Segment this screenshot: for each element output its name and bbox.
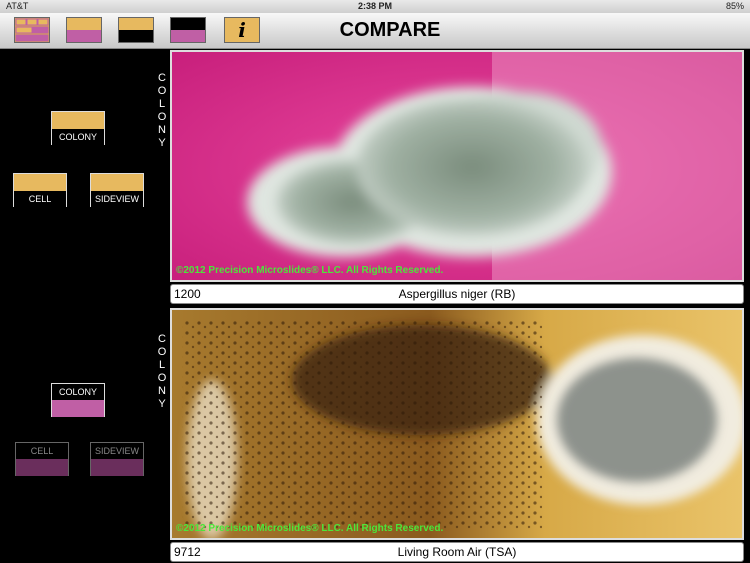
top-copyright: ©2012 Precision Microslides® LLC. All Ri… <box>176 265 444 276</box>
top-colony-image[interactable]: ©2012 Precision Microslides® LLC. All Ri… <box>170 50 744 282</box>
bottom-sideview-button[interactable]: SIDEVIEW <box>90 442 144 476</box>
top-colony-button[interactable]: COLONY <box>51 111 105 145</box>
bottom-caption: 9712 Living Room Air (TSA) <box>170 542 744 562</box>
bottom-specimen-name: Living Room Air (TSA) <box>397 545 517 559</box>
bottom-sideview-label: SIDEVIEW <box>91 443 143 459</box>
page-title: COMPARE <box>339 19 441 41</box>
colony-photo-living-room-air <box>172 310 742 538</box>
black-swatch-icon <box>119 30 153 42</box>
bottom-cell-label: CELL <box>16 443 68 459</box>
grid-view-button[interactable] <box>14 17 50 43</box>
compare-black-magenta-button[interactable] <box>170 17 206 43</box>
black-swatch-icon <box>171 18 205 30</box>
bottom-cell-button[interactable]: CELL <box>15 442 69 476</box>
battery-label: 85% <box>725 1 744 11</box>
bottom-colony-label: COLONY <box>52 384 104 400</box>
top-cell-button[interactable]: CELL <box>13 173 67 207</box>
bottom-vertical-colony-label: COLONY <box>157 333 167 410</box>
tan-swatch-icon <box>67 18 101 30</box>
clock: 2:38 PM <box>357 1 392 11</box>
info-icon: i <box>238 18 246 42</box>
top-caption: 1200 Aspergillus niger (RB) <box>170 284 744 304</box>
top-cell-label: CELL <box>14 191 66 207</box>
top-specimen-name: Aspergillus niger (RB) <box>398 287 516 301</box>
grid-icon <box>15 18 49 42</box>
tan-swatch-icon <box>119 18 153 30</box>
top-colony-label: COLONY <box>52 129 104 145</box>
colony-photo-aspergillus <box>172 52 742 280</box>
status-bar: AT&T 2:38 PM 85% <box>0 0 750 13</box>
compare-tan-magenta-button[interactable] <box>66 17 102 43</box>
top-sideview-button[interactable]: SIDEVIEW <box>90 173 144 207</box>
magenta-swatch-icon <box>171 30 205 42</box>
magenta-swatch-icon <box>67 30 101 42</box>
bottom-copyright: ©2012 Precision Microslides® LLC. All Ri… <box>176 523 444 534</box>
compare-tan-black-button[interactable] <box>118 17 154 43</box>
top-sideview-label: SIDEVIEW <box>91 191 143 207</box>
top-vertical-colony-label: COLONY <box>157 72 167 149</box>
bottom-colony-button[interactable]: COLONY <box>51 383 105 417</box>
bottom-colony-image[interactable]: ©2012 Precision Microslides® LLC. All Ri… <box>170 308 744 540</box>
toolbar: i COMPARE <box>0 13 750 49</box>
info-button[interactable]: i <box>224 17 260 43</box>
